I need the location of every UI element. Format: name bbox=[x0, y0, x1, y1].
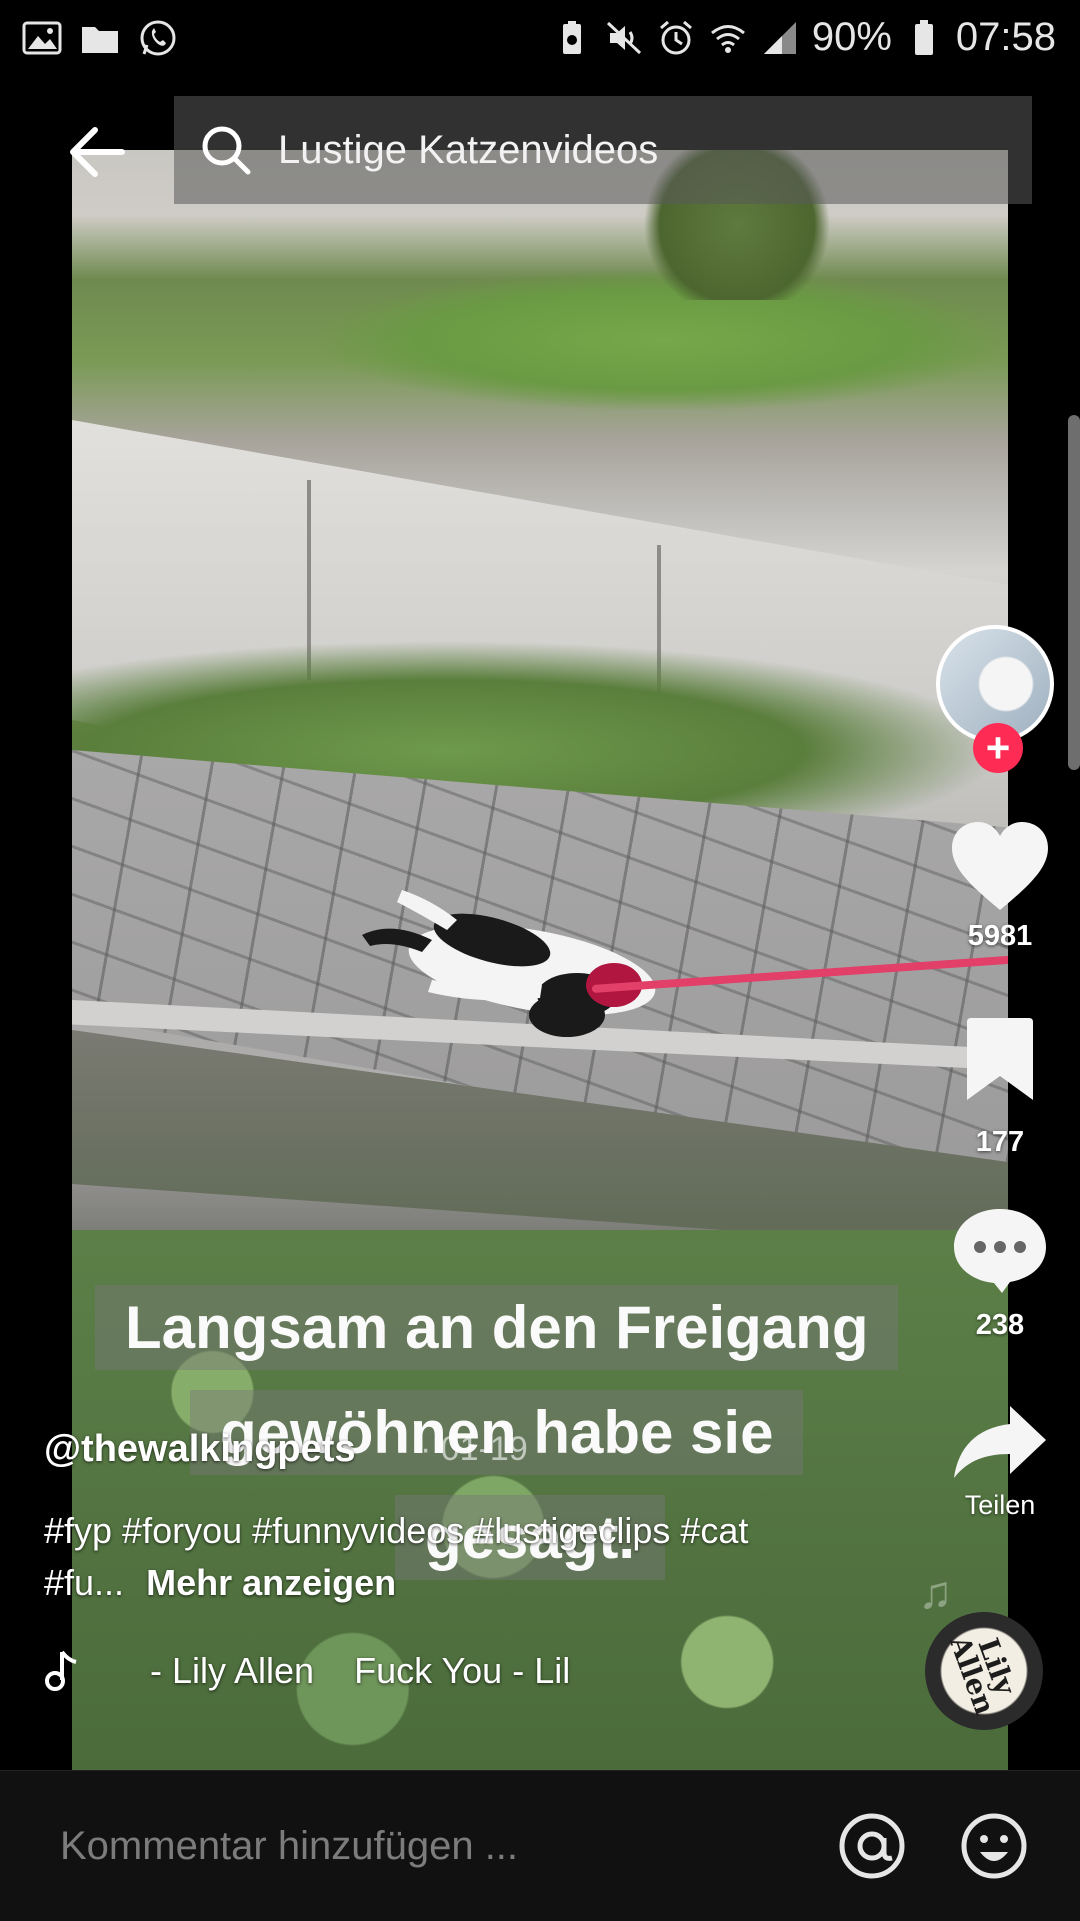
mention-icon[interactable] bbox=[836, 1810, 908, 1882]
mute-icon bbox=[606, 21, 641, 54]
battery-percent: 90% bbox=[811, 15, 892, 59]
comment-bubble-icon bbox=[954, 1209, 1046, 1293]
share-label: Teilen bbox=[964, 1490, 1036, 1520]
wifi-icon bbox=[710, 24, 745, 53]
status-bar: 90% 07:58 bbox=[0, 0, 1080, 75]
share-button[interactable]: Teilen bbox=[940, 1402, 1060, 1521]
search-query: Lustige Katzenvideos bbox=[278, 127, 659, 172]
signal-icon bbox=[763, 21, 796, 54]
battery-icon bbox=[914, 19, 933, 55]
music-disc[interactable]: Lily Allen bbox=[925, 1612, 1043, 1730]
search-icon bbox=[202, 126, 251, 175]
clock: 07:58 bbox=[955, 15, 1056, 59]
comment-count: 238 bbox=[975, 1309, 1025, 1341]
back-button[interactable] bbox=[52, 112, 142, 192]
alarm-icon bbox=[659, 20, 692, 54]
battery-saver-icon bbox=[562, 20, 581, 54]
save-count: 177 bbox=[975, 1126, 1025, 1158]
share-arrow-icon bbox=[954, 1406, 1046, 1478]
floating-music-note-icon: ♫ bbox=[918, 1566, 953, 1618]
follow-button[interactable]: + bbox=[973, 723, 1023, 773]
scroll-indicator[interactable] bbox=[1068, 415, 1080, 770]
whatsapp-icon bbox=[140, 20, 176, 55]
music-title: - Lily Allen Fuck You - Lil bbox=[150, 1650, 571, 1691]
comment-input[interactable]: Kommentar hinzufügen ... bbox=[60, 1824, 836, 1869]
bookmark-icon bbox=[967, 1018, 1033, 1100]
music-disc-label: Lily Allen bbox=[942, 1631, 1022, 1720]
cat-figure bbox=[362, 890, 656, 1037]
caption-line: Langsam an den Freigang bbox=[95, 1285, 899, 1370]
comment-bar: Kommentar hinzufügen ... bbox=[0, 1770, 1080, 1921]
music-note-icon bbox=[45, 1650, 77, 1691]
heart-icon bbox=[952, 822, 1048, 910]
show-more-link[interactable]: Mehr anzeigen bbox=[146, 1562, 396, 1603]
gallery-icon bbox=[22, 21, 62, 54]
post-description: #fyp #foryou #funnyvideos #lustigeclips … bbox=[44, 1505, 804, 1609]
status-right-icons: 90% 07:58 bbox=[552, 15, 1080, 60]
post-date: · 01-19 bbox=[420, 1430, 528, 1468]
search-bar[interactable]: Lustige Katzenvideos bbox=[174, 96, 1032, 204]
music-info[interactable]: - Lily Allen Fuck You - Lil bbox=[44, 1650, 570, 1692]
folder-icon bbox=[82, 26, 118, 53]
like-count: 5981 bbox=[967, 920, 1033, 952]
arrow-left-icon bbox=[70, 127, 125, 177]
like-button[interactable]: 5981 bbox=[940, 820, 1060, 953]
emoji-icon[interactable] bbox=[958, 1810, 1030, 1882]
save-button[interactable]: 177 bbox=[940, 1018, 1060, 1159]
comment-button[interactable]: 238 bbox=[940, 1205, 1060, 1342]
status-left-icons bbox=[0, 18, 178, 58]
creator-username[interactable]: @thewalkingpets bbox=[44, 1428, 356, 1471]
